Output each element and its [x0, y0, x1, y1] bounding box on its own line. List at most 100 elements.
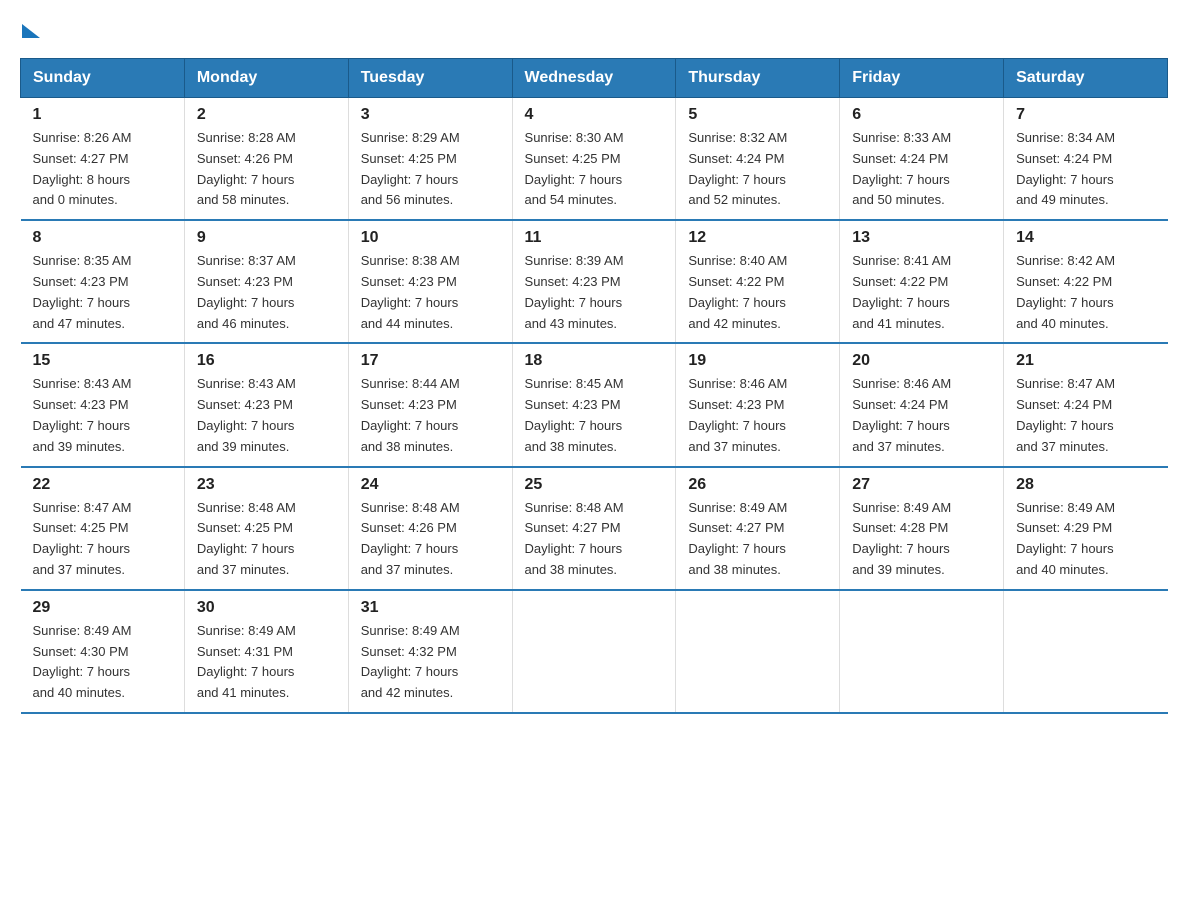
- day-info: Sunrise: 8:29 AM Sunset: 4:25 PM Dayligh…: [361, 128, 500, 211]
- calendar-cell: 31 Sunrise: 8:49 AM Sunset: 4:32 PM Dayli…: [348, 590, 512, 713]
- day-number: 9: [197, 229, 336, 247]
- calendar-cell: 19 Sunrise: 8:46 AM Sunset: 4:23 PM Dayli…: [676, 343, 840, 466]
- day-number: 13: [852, 229, 991, 247]
- day-number: 15: [33, 352, 172, 370]
- day-info: Sunrise: 8:43 AM Sunset: 4:23 PM Dayligh…: [197, 374, 336, 457]
- weekday-header-saturday: Saturday: [1004, 59, 1168, 98]
- page-header: [20, 20, 1168, 38]
- day-number: 16: [197, 352, 336, 370]
- day-number: 7: [1016, 106, 1155, 124]
- calendar-week-row: 22 Sunrise: 8:47 AM Sunset: 4:25 PM Dayli…: [21, 467, 1168, 590]
- calendar-cell: 3 Sunrise: 8:29 AM Sunset: 4:25 PM Daylig…: [348, 98, 512, 221]
- calendar-cell: 14 Sunrise: 8:42 AM Sunset: 4:22 PM Dayli…: [1004, 220, 1168, 343]
- day-number: 4: [525, 106, 664, 124]
- day-info: Sunrise: 8:41 AM Sunset: 4:22 PM Dayligh…: [852, 251, 991, 334]
- calendar-cell: 11 Sunrise: 8:39 AM Sunset: 4:23 PM Dayli…: [512, 220, 676, 343]
- day-info: Sunrise: 8:34 AM Sunset: 4:24 PM Dayligh…: [1016, 128, 1155, 211]
- calendar-cell: 30 Sunrise: 8:49 AM Sunset: 4:31 PM Dayli…: [184, 590, 348, 713]
- day-number: 1: [33, 106, 172, 124]
- day-number: 25: [525, 476, 664, 494]
- day-number: 30: [197, 599, 336, 617]
- calendar-week-row: 29 Sunrise: 8:49 AM Sunset: 4:30 PM Dayli…: [21, 590, 1168, 713]
- calendar-cell: 16 Sunrise: 8:43 AM Sunset: 4:23 PM Dayli…: [184, 343, 348, 466]
- day-info: Sunrise: 8:45 AM Sunset: 4:23 PM Dayligh…: [525, 374, 664, 457]
- calendar-cell: 6 Sunrise: 8:33 AM Sunset: 4:24 PM Daylig…: [840, 98, 1004, 221]
- day-info: Sunrise: 8:30 AM Sunset: 4:25 PM Dayligh…: [525, 128, 664, 211]
- day-number: 20: [852, 352, 991, 370]
- day-number: 19: [688, 352, 827, 370]
- day-number: 8: [33, 229, 172, 247]
- day-number: 29: [33, 599, 172, 617]
- calendar-cell: 12 Sunrise: 8:40 AM Sunset: 4:22 PM Dayli…: [676, 220, 840, 343]
- calendar-cell: 18 Sunrise: 8:45 AM Sunset: 4:23 PM Dayli…: [512, 343, 676, 466]
- day-info: Sunrise: 8:44 AM Sunset: 4:23 PM Dayligh…: [361, 374, 500, 457]
- day-number: 11: [525, 229, 664, 247]
- day-number: 23: [197, 476, 336, 494]
- day-number: 6: [852, 106, 991, 124]
- calendar-cell: 26 Sunrise: 8:49 AM Sunset: 4:27 PM Dayli…: [676, 467, 840, 590]
- day-info: Sunrise: 8:49 AM Sunset: 4:27 PM Dayligh…: [688, 498, 827, 581]
- day-info: Sunrise: 8:49 AM Sunset: 4:29 PM Dayligh…: [1016, 498, 1155, 581]
- day-info: Sunrise: 8:42 AM Sunset: 4:22 PM Dayligh…: [1016, 251, 1155, 334]
- weekday-header-thursday: Thursday: [676, 59, 840, 98]
- day-info: Sunrise: 8:33 AM Sunset: 4:24 PM Dayligh…: [852, 128, 991, 211]
- calendar-cell: [840, 590, 1004, 713]
- day-info: Sunrise: 8:48 AM Sunset: 4:26 PM Dayligh…: [361, 498, 500, 581]
- day-number: 26: [688, 476, 827, 494]
- calendar-cell: 24 Sunrise: 8:48 AM Sunset: 4:26 PM Dayli…: [348, 467, 512, 590]
- day-number: 22: [33, 476, 172, 494]
- day-number: 10: [361, 229, 500, 247]
- logo: [20, 20, 40, 38]
- day-number: 2: [197, 106, 336, 124]
- calendar-cell: 25 Sunrise: 8:48 AM Sunset: 4:27 PM Dayli…: [512, 467, 676, 590]
- day-info: Sunrise: 8:49 AM Sunset: 4:32 PM Dayligh…: [361, 621, 500, 704]
- calendar-cell: 29 Sunrise: 8:49 AM Sunset: 4:30 PM Dayli…: [21, 590, 185, 713]
- day-info: Sunrise: 8:48 AM Sunset: 4:27 PM Dayligh…: [525, 498, 664, 581]
- calendar-cell: 4 Sunrise: 8:30 AM Sunset: 4:25 PM Daylig…: [512, 98, 676, 221]
- day-number: 18: [525, 352, 664, 370]
- calendar-cell: [676, 590, 840, 713]
- day-number: 5: [688, 106, 827, 124]
- weekday-header-wednesday: Wednesday: [512, 59, 676, 98]
- weekday-header-monday: Monday: [184, 59, 348, 98]
- day-info: Sunrise: 8:48 AM Sunset: 4:25 PM Dayligh…: [197, 498, 336, 581]
- day-info: Sunrise: 8:40 AM Sunset: 4:22 PM Dayligh…: [688, 251, 827, 334]
- calendar-cell: 10 Sunrise: 8:38 AM Sunset: 4:23 PM Dayli…: [348, 220, 512, 343]
- logo-arrow-icon: [22, 24, 40, 38]
- calendar-cell: 15Sunrise: 8:43 AM Sunset: 4:23 PM Dayli…: [21, 343, 185, 466]
- day-number: 12: [688, 229, 827, 247]
- calendar-table: SundayMondayTuesdayWednesdayThursdayFrid…: [20, 58, 1168, 714]
- day-info: Sunrise: 8:39 AM Sunset: 4:23 PM Dayligh…: [525, 251, 664, 334]
- calendar-cell: 13 Sunrise: 8:41 AM Sunset: 4:22 PM Dayli…: [840, 220, 1004, 343]
- day-info: Sunrise: 8:38 AM Sunset: 4:23 PM Dayligh…: [361, 251, 500, 334]
- day-number: 14: [1016, 229, 1155, 247]
- day-info: Sunrise: 8:47 AM Sunset: 4:25 PM Dayligh…: [33, 498, 172, 581]
- calendar-header-row: SundayMondayTuesdayWednesdayThursdayFrid…: [21, 59, 1168, 98]
- weekday-header-sunday: Sunday: [21, 59, 185, 98]
- day-info: Sunrise: 8:46 AM Sunset: 4:23 PM Dayligh…: [688, 374, 827, 457]
- calendar-week-row: 15 Sunrise: 8:43 AM Sunset: 4:23 PM Dayli…: [21, 343, 1168, 466]
- day-number: 31: [361, 599, 500, 617]
- day-info: Sunrise: 8:26 AM Sunset: 4:27 PM Dayligh…: [33, 128, 172, 211]
- day-info: Sunrise: 8:35 AM Sunset: 4:23 PM Dayligh…: [33, 251, 172, 334]
- weekday-header-friday: Friday: [840, 59, 1004, 98]
- calendar-cell: [1004, 590, 1168, 713]
- calendar-cell: 22 Sunrise: 8:47 AM Sunset: 4:25 PM Dayli…: [21, 467, 185, 590]
- day-number: 27: [852, 476, 991, 494]
- calendar-cell: 28Sunrise: 8:49 AM Sunset: 4:29 PM Dayli…: [1004, 467, 1168, 590]
- day-number: 24: [361, 476, 500, 494]
- calendar-cell: 2Sunrise: 8:28 AM Sunset: 4:26 PM Daylig…: [184, 98, 348, 221]
- calendar-cell: 9 Sunrise: 8:37 AM Sunset: 4:23 PM Daylig…: [184, 220, 348, 343]
- calendar-cell: 21Sunrise: 8:47 AM Sunset: 4:24 PM Dayli…: [1004, 343, 1168, 466]
- day-info: Sunrise: 8:49 AM Sunset: 4:30 PM Dayligh…: [33, 621, 172, 704]
- day-info: Sunrise: 8:37 AM Sunset: 4:23 PM Dayligh…: [197, 251, 336, 334]
- calendar-cell: [512, 590, 676, 713]
- day-number: 3: [361, 106, 500, 124]
- day-info: Sunrise: 8:49 AM Sunset: 4:31 PM Dayligh…: [197, 621, 336, 704]
- weekday-header-tuesday: Tuesday: [348, 59, 512, 98]
- day-info: Sunrise: 8:49 AM Sunset: 4:28 PM Dayligh…: [852, 498, 991, 581]
- calendar-cell: 20Sunrise: 8:46 AM Sunset: 4:24 PM Dayli…: [840, 343, 1004, 466]
- calendar-cell: 17 Sunrise: 8:44 AM Sunset: 4:23 PM Dayli…: [348, 343, 512, 466]
- day-number: 17: [361, 352, 500, 370]
- calendar-cell: 27 Sunrise: 8:49 AM Sunset: 4:28 PM Dayli…: [840, 467, 1004, 590]
